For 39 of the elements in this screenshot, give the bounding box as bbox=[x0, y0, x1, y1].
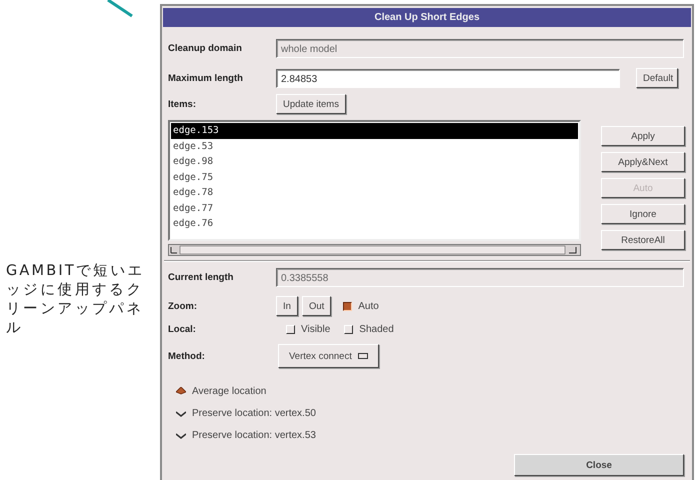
items-list[interactable]: edge.153 edge.53 edge.98 edge.75 edge.78 edge.77 edge.76 bbox=[168, 120, 581, 241]
list-item[interactable]: edge.98 bbox=[171, 154, 578, 170]
action-button[interactable]: Apply&Next bbox=[601, 152, 685, 172]
field-label: Cleanup domain bbox=[168, 43, 243, 54]
current-length-field: 0.3385558 bbox=[276, 268, 684, 287]
list-item[interactable]: edge.153 bbox=[171, 123, 578, 138]
update-items-button[interactable]: Update items bbox=[276, 94, 346, 114]
local-checkbox[interactable]: Shaded bbox=[344, 324, 394, 335]
list-item[interactable]: edge.75 bbox=[171, 170, 578, 185]
list-item[interactable]: edge.76 bbox=[171, 216, 578, 232]
window-title: Clean Up Short Edges bbox=[163, 8, 691, 27]
maximum-length-field[interactable]: 2.84853 bbox=[276, 68, 620, 88]
field-label: Zoom: bbox=[168, 300, 198, 312]
field-label: Method: bbox=[168, 350, 206, 362]
action-button[interactable]: Ignore bbox=[601, 204, 685, 224]
auto-checkbox[interactable]: Auto bbox=[343, 300, 379, 312]
local-checkbox[interactable]: Visible bbox=[286, 324, 330, 335]
cleanup-domain-field: whole model bbox=[276, 39, 684, 58]
action-button[interactable]: RestoreAll bbox=[601, 230, 685, 250]
zoom-button[interactable]: Out bbox=[302, 296, 332, 316]
zoom-button[interactable]: In bbox=[276, 296, 298, 316]
field-label: Maximum length bbox=[168, 72, 244, 84]
field-label: Local: bbox=[168, 324, 197, 335]
location-radio[interactable]: Preserve location: vertex.53 bbox=[176, 424, 684, 446]
field-label: Current length bbox=[168, 272, 234, 283]
method-dropdown[interactable]: Vertex connect bbox=[278, 344, 380, 368]
list-item[interactable]: edge.78 bbox=[171, 185, 578, 200]
location-radio[interactable]: Average location bbox=[176, 380, 684, 402]
close-button[interactable]: Close bbox=[514, 454, 684, 476]
list-item[interactable]: edge.53 bbox=[171, 138, 578, 154]
list-item[interactable]: edge.77 bbox=[171, 200, 578, 216]
caption-text: GAMBITで短いエッジに使用するクリーンアップパネル bbox=[6, 262, 146, 338]
default-button[interactable]: Default bbox=[636, 68, 678, 88]
field-label: Items: bbox=[168, 98, 197, 110]
dropdown-icon bbox=[358, 352, 368, 358]
location-radio[interactable]: Preserve location: vertex.50 bbox=[176, 402, 684, 424]
horizontal-scrollbar[interactable] bbox=[168, 244, 581, 256]
action-button[interactable]: Apply bbox=[601, 126, 685, 146]
leader-line bbox=[106, 0, 134, 18]
